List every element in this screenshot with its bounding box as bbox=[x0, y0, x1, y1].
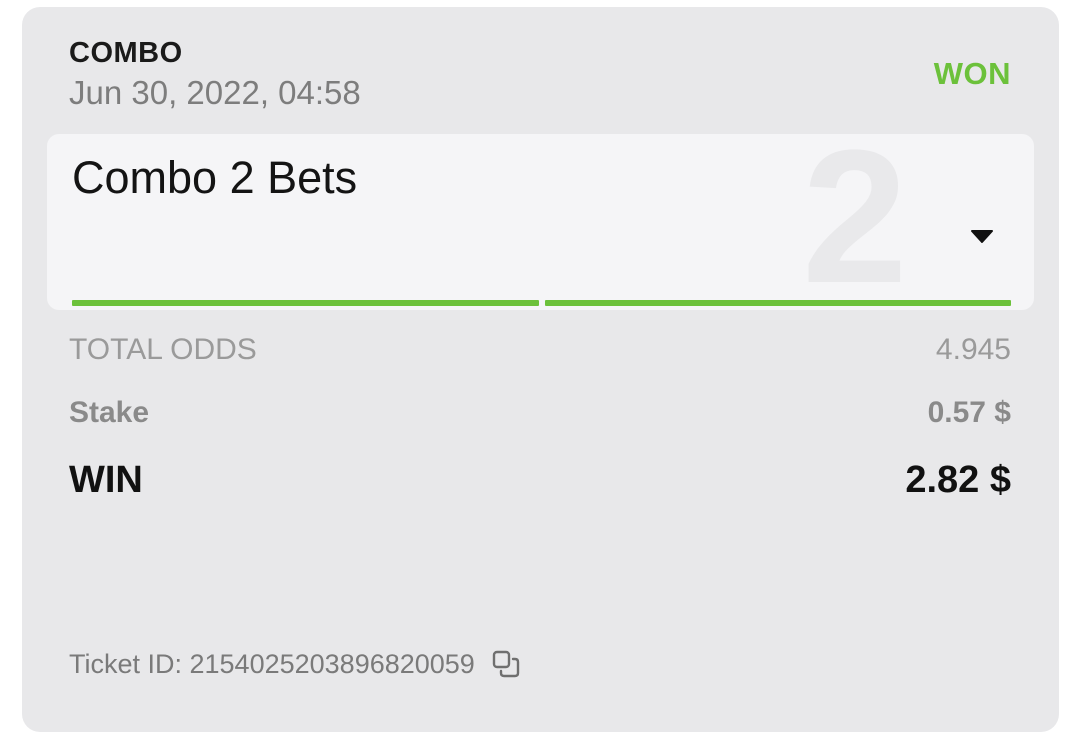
combo-panel[interactable]: 2 Combo 2 Bets bbox=[47, 134, 1034, 310]
copy-icon bbox=[492, 650, 520, 678]
leg-progress-segment bbox=[72, 300, 539, 306]
expand-combo-button[interactable] bbox=[962, 216, 1002, 256]
total-odds-label: TOTAL ODDS bbox=[69, 333, 257, 366]
leg-progress-segment bbox=[544, 300, 1011, 306]
bet-ticket-card: COMBO Jun 30, 2022, 04:58 WON 2 Combo 2 … bbox=[22, 7, 1059, 732]
stake-value: 0.57 $ bbox=[927, 396, 1011, 429]
leg-count-watermark: 2 bbox=[802, 134, 908, 310]
ticket-id-text: Ticket ID: 2154025203896820059 bbox=[69, 648, 475, 679]
win-label: WIN bbox=[69, 459, 143, 501]
bet-date: Jun 30, 2022, 04:58 bbox=[69, 74, 361, 111]
bet-type-label: COMBO bbox=[69, 37, 183, 69]
win-value: 2.82 $ bbox=[905, 459, 1011, 501]
total-odds-value: 4.945 bbox=[935, 333, 1011, 366]
status-badge: WON bbox=[933, 56, 1011, 91]
copy-ticket-id-button[interactable] bbox=[489, 647, 523, 681]
ticket-id-row: Ticket ID: 2154025203896820059 bbox=[69, 647, 523, 681]
caret-down-icon bbox=[971, 230, 993, 243]
combo-title: Combo 2 Bets bbox=[72, 152, 358, 203]
stake-label: Stake bbox=[69, 396, 150, 429]
legs-progress-bar bbox=[72, 300, 1011, 306]
